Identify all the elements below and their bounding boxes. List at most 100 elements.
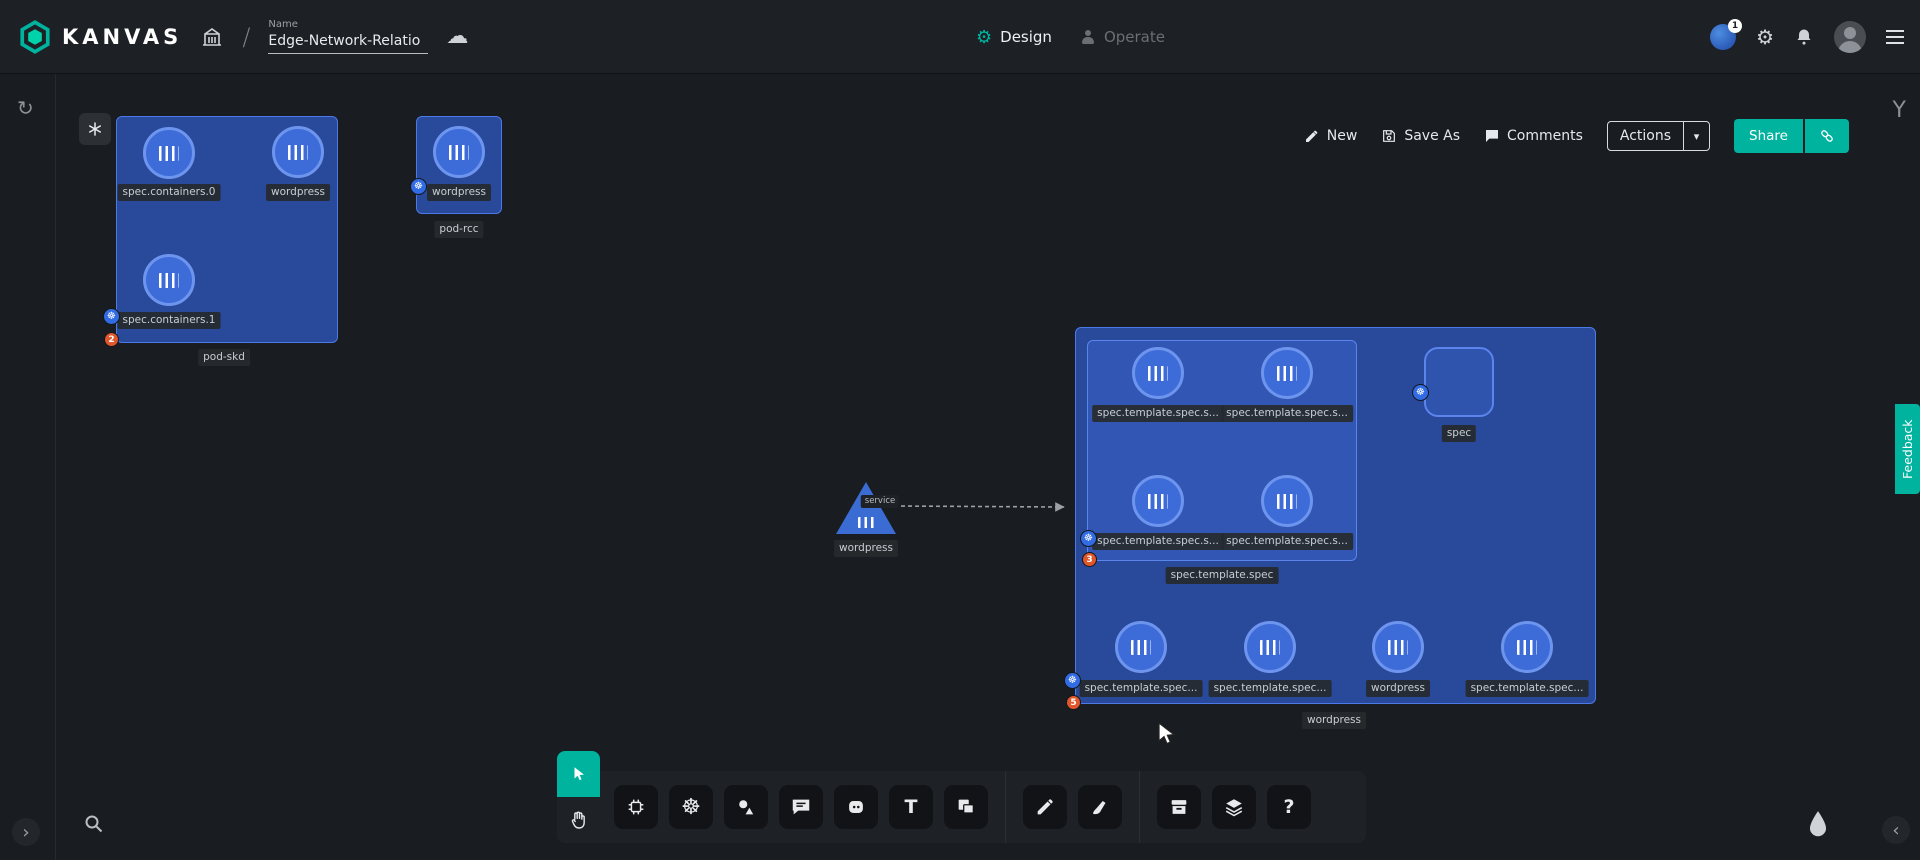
tab-design-label: Design <box>1000 28 1052 46</box>
feedback-tab[interactable]: Feedback <box>1895 404 1920 494</box>
archive-drawer-tool[interactable] <box>1157 785 1201 829</box>
shapes-icon <box>735 796 757 818</box>
node-template-spec-2[interactable] <box>1261 347 1313 399</box>
container-icon <box>858 517 874 528</box>
drawer-icon <box>1168 796 1190 818</box>
pencil-icon <box>1304 128 1320 144</box>
actions-split-button[interactable]: Actions ▾ <box>1607 121 1710 151</box>
node-template-spec-1[interactable] <box>1132 347 1184 399</box>
container-icon <box>1277 494 1297 509</box>
notification-count-badge: 1 <box>1728 19 1742 33</box>
save-icon <box>1381 128 1397 144</box>
node-spec-containers-1[interactable] <box>143 254 195 306</box>
group-label-spec-template-spec: spec.template.spec <box>1166 567 1279 584</box>
design-canvas[interactable]: ↻ › spec.containers.0 wordpress spec.con… <box>0 74 1920 860</box>
node-label: wordpress <box>266 184 330 201</box>
snowflake-icon[interactable] <box>79 113 111 145</box>
design-name-input[interactable] <box>268 33 428 54</box>
ink-drop-icon[interactable] <box>1806 810 1830 840</box>
copy-link-button[interactable] <box>1805 119 1849 153</box>
node-spec[interactable] <box>1424 347 1494 417</box>
text-tool[interactable]: T <box>889 785 933 829</box>
node-bottom-1[interactable] <box>1115 621 1167 673</box>
node-template-spec-4[interactable] <box>1261 475 1313 527</box>
kubernetes-badge-icon[interactable]: ☸ <box>1412 384 1429 401</box>
new-button[interactable]: New <box>1304 128 1358 144</box>
pan-hand-tool[interactable] <box>557 797 600 843</box>
design-icon: ⚙ <box>976 27 992 48</box>
node-label: spec.template.spec.s... <box>1092 405 1224 422</box>
kanvas-logo: KANVAS <box>18 20 182 54</box>
bottom-toolbar: ☸ T ? <box>600 771 1366 843</box>
share-button[interactable]: Share <box>1734 119 1803 153</box>
tab-design[interactable]: ⚙ Design <box>976 27 1052 48</box>
kubernetes-badge-icon[interactable]: ☸ <box>410 178 427 195</box>
shapes-tool[interactable] <box>724 785 768 829</box>
container-icon <box>288 145 308 160</box>
comments-button[interactable]: Comments <box>1484 128 1583 144</box>
container-icon <box>1517 640 1537 655</box>
bell-icon[interactable] <box>1794 27 1814 47</box>
help-tool[interactable]: ? <box>1267 785 1311 829</box>
warning-count-badge[interactable]: 3 <box>1082 552 1097 567</box>
node-label: spec.template.spec... <box>1466 680 1589 697</box>
rectangles-tool[interactable] <box>944 785 988 829</box>
zoom-search-icon[interactable] <box>76 806 112 842</box>
kubernetes-badge-icon[interactable]: ☸ <box>103 308 120 325</box>
node-label: wordpress <box>834 540 898 557</box>
expand-left-panel-chevron-icon[interactable]: › <box>12 818 40 846</box>
save-as-button[interactable]: Save As <box>1381 128 1460 144</box>
brand-name: KANVAS <box>62 25 182 49</box>
mode-tabs: ⚙ Design Operate <box>976 0 1165 74</box>
comment-icon <box>1484 128 1500 144</box>
node-bottom-2[interactable] <box>1244 621 1296 673</box>
tab-operate-label: Operate <box>1104 28 1165 46</box>
kubernetes-badge-icon[interactable]: ☸ <box>1080 530 1097 547</box>
component-tool[interactable] <box>614 785 658 829</box>
user-avatar[interactable] <box>1834 21 1866 53</box>
node-label: spec.containers.0 <box>118 184 221 201</box>
kubernetes-tool[interactable]: ☸ <box>669 785 713 829</box>
toolbar-divider <box>1005 771 1006 843</box>
warning-count-badge[interactable]: 5 <box>1066 695 1081 710</box>
cloud-save-icon[interactable]: ☁ <box>446 24 468 49</box>
sync-icon[interactable]: ↻ <box>17 98 34 118</box>
collapse-right-chevron-icon[interactable]: ‹ <box>1882 816 1910 844</box>
freehand-pen-tool[interactable] <box>1078 785 1122 829</box>
node-template-spec-3[interactable] <box>1132 475 1184 527</box>
actions-caret-icon[interactable]: ▾ <box>1683 122 1709 150</box>
tab-operate[interactable]: Operate <box>1080 28 1165 46</box>
group-spec-template-spec[interactable] <box>1087 340 1357 561</box>
layers-tool[interactable] <box>1212 785 1256 829</box>
settings-gear-icon[interactable]: ⚙ <box>1756 25 1774 49</box>
design-name-label: Name <box>268 19 428 30</box>
actions-button-label[interactable]: Actions <box>1608 122 1683 150</box>
node-bottom-wordpress[interactable] <box>1372 621 1424 673</box>
chip-icon <box>625 796 647 818</box>
group-label-pod-skd: pod-skd <box>198 349 250 366</box>
organization-icon[interactable] <box>200 25 224 49</box>
comments-button-label: Comments <box>1507 128 1583 144</box>
hand-icon <box>569 810 589 830</box>
hamburger-menu-icon[interactable] <box>1886 30 1904 44</box>
kubernetes-badge-icon[interactable]: ☸ <box>1064 672 1081 689</box>
node-wordpress-b[interactable] <box>433 126 485 178</box>
chevron-left-icon: ‹ <box>1892 820 1899 841</box>
node-label: spec.template.spec.s... <box>1092 533 1224 550</box>
sticker-tool[interactable] <box>834 785 878 829</box>
warning-count-badge[interactable]: 2 <box>104 332 119 347</box>
comment-tool[interactable] <box>779 785 823 829</box>
kanvas-logo-icon <box>18 20 52 54</box>
new-button-label: New <box>1327 128 1358 144</box>
node-spec-containers-0[interactable] <box>143 127 195 179</box>
select-cursor-tool[interactable] <box>557 751 600 797</box>
node-label: spec.template.spec.s... <box>1221 405 1353 422</box>
node-bottom-3[interactable] <box>1501 621 1553 673</box>
container-icon <box>1260 640 1280 655</box>
annotate-pencil-tool[interactable] <box>1023 785 1067 829</box>
feedback-label: Feedback <box>1900 419 1915 479</box>
container-icon <box>1277 366 1297 381</box>
right-panel-toggle-icon[interactable]: Y <box>1893 100 1906 122</box>
node-wordpress-a[interactable] <box>272 126 324 178</box>
notification-center-icon[interactable]: 1 <box>1710 24 1736 50</box>
